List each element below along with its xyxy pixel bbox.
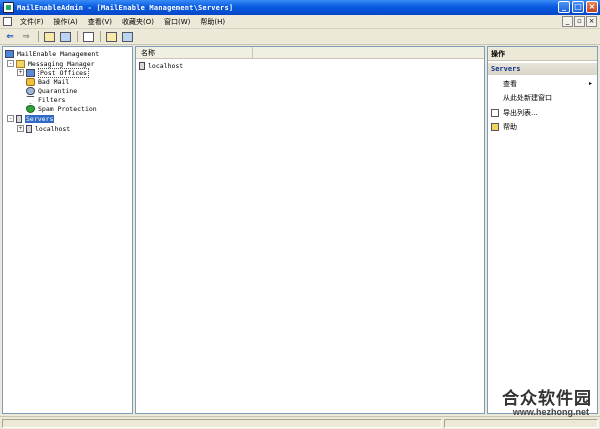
tree-label: localhost [35,124,71,133]
actions-pane: 操作 Servers 查看 ▸ 从此处新建窗口 导出列表... 帮助 [487,46,598,414]
tree-label: MailEnable Management [17,49,100,58]
status-cell [2,419,442,428]
forward-button[interactable]: ⇒ [19,30,33,43]
maximize-button[interactable]: □ [572,1,584,13]
app-icon [3,2,14,13]
tree-item-servers[interactable]: - Servers [7,114,55,123]
expand-icon[interactable]: + [17,69,24,76]
help-icon [491,123,499,131]
show-tree-icon [59,31,71,42]
mdi-minimize-button[interactable]: _ [562,16,573,27]
collapse-icon[interactable]: - [7,115,14,122]
action-new-window[interactable]: 从此处新建窗口 [488,92,597,104]
tree-label: Post Offices [38,67,89,78]
tree-label: Spam Protection [38,104,97,113]
server-icon [26,124,32,133]
toolbar-separator [100,31,101,42]
management-icon [5,49,14,58]
properties-button[interactable] [104,30,118,43]
mdi-close-button[interactable]: × [586,16,597,27]
folder-open-icon [16,59,25,68]
console-window-icon [121,31,133,42]
toolbar-separator [77,31,78,42]
bad-mail-icon [26,77,35,86]
export-list-icon [491,109,499,117]
window-controls: _ □ × [558,1,598,13]
list-item[interactable]: localhost [139,61,183,70]
watermark-text: 合众软件园 [502,389,592,409]
action-export-list[interactable]: 导出列表... [488,107,597,119]
list-pane[interactable]: 名称 localhost [135,46,485,414]
menu-file[interactable]: 文件(F) [15,17,49,27]
menu-favorites[interactable]: 收藏夹(O) [117,17,159,27]
submenu-arrow-icon: ▸ [588,80,592,87]
watermark-url: www.hezhong.net [512,407,589,417]
tree-item-spam-protection[interactable]: Spam Protection [26,104,97,113]
action-label: 导出列表... [503,109,538,117]
tree-item-bad-mail[interactable]: Bad Mail [26,77,69,86]
mdi-controls: _ ▫ × [562,16,597,27]
action-label: 从此处新建窗口 [503,94,552,102]
actions-section-title[interactable]: Servers [488,63,597,75]
console-icon[interactable] [3,17,12,26]
minimize-button[interactable]: _ [558,1,570,13]
post-office-icon [26,68,35,77]
tree-item-quarantine[interactable]: Quarantine [26,86,77,95]
filter-icon [26,95,35,104]
actions-header: 操作 [488,47,597,61]
tree-pane[interactable]: MailEnable Management - Messaging Manage… [2,46,133,414]
console-window-button[interactable] [120,30,134,43]
column-header-name[interactable]: 名称 [136,46,253,59]
properties-icon [105,31,117,42]
tree-item-filters[interactable]: Filters [26,95,65,104]
up-folder-icon [43,31,55,42]
up-folder-button[interactable] [42,30,56,43]
tree-label: Bad Mail [38,77,70,86]
list-item-label: localhost [148,61,184,70]
close-button[interactable]: × [586,1,598,13]
action-view[interactable]: 查看 ▸ [488,78,597,90]
back-button[interactable]: ⇐ [3,30,17,43]
menu-action[interactable]: 操作(A) [49,17,83,27]
action-label: 帮助 [503,123,517,131]
export-list-button[interactable] [81,30,95,43]
tree-item-root[interactable]: MailEnable Management [5,49,99,58]
show-tree-button[interactable] [58,30,72,43]
tree-label: Messaging Manager [28,59,95,68]
tree-label: Servers [25,114,55,123]
collapse-icon[interactable]: - [7,60,14,67]
window-title: MailEnableAdmin - [MailEnable Management… [17,3,234,12]
tree-label: Filters [38,95,66,104]
export-list-icon [82,31,94,42]
servers-icon [16,114,22,123]
menu-help[interactable]: 帮助(H) [195,17,230,27]
menu-bar: 文件(F) 操作(A) 查看(V) 收藏夹(O) 窗口(W) 帮助(H) _ ▫… [0,15,600,29]
toolbar-separator [38,31,39,42]
tree-item-localhost[interactable]: + localhost [17,124,70,133]
action-help[interactable]: 帮助 [488,121,597,133]
watermark: 合众软件园 www.hezhong.net [452,384,592,424]
quarantine-icon [26,86,35,95]
shield-icon [26,104,35,113]
tree-item-post-offices[interactable]: + Post Offices [17,67,89,78]
expand-icon[interactable]: + [17,125,24,132]
list-header: 名称 [136,46,484,59]
action-label: 查看 [503,80,517,88]
title-bar[interactable]: MailEnableAdmin - [MailEnable Management… [0,0,600,15]
toolbar: ⇐ ⇒ [0,29,600,45]
tree-label: Quarantine [38,86,78,95]
mdi-restore-button[interactable]: ▫ [574,16,585,27]
server-icon [139,61,145,70]
menu-view[interactable]: 查看(V) [83,17,117,27]
menu-window[interactable]: 窗口(W) [159,17,195,27]
